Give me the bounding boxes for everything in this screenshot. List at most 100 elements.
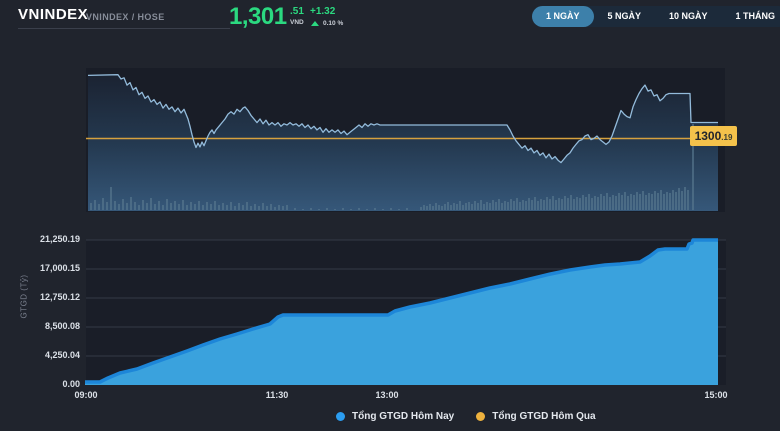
- volume-bar: [138, 205, 140, 210]
- volume-bar: [576, 197, 578, 210]
- volume-bar: [459, 201, 461, 210]
- volume-bar: [270, 204, 272, 210]
- volume-bar: [444, 204, 446, 210]
- volume-bar: [126, 203, 128, 210]
- volume-bar: [398, 209, 400, 210]
- volume-bar: [178, 204, 180, 210]
- volume-bar: [190, 202, 192, 210]
- volume-bar: [102, 198, 104, 210]
- xtick-0900: 09:00: [74, 390, 98, 400]
- volume-bar: [525, 201, 527, 210]
- volume-bar: [210, 204, 212, 210]
- volume-bar: [603, 196, 605, 210]
- volume-bar: [666, 192, 668, 210]
- volume-bar: [546, 197, 548, 210]
- volume-bar: [98, 204, 100, 210]
- volume-bar: [310, 208, 312, 210]
- volume-bar: [477, 203, 479, 210]
- xtick-1300: 13:00: [375, 390, 399, 400]
- volume-bar: [672, 190, 674, 210]
- ytick-12750: 12,750.12: [39, 292, 80, 302]
- volume-bar: [266, 206, 268, 210]
- volume-bar: [334, 209, 336, 210]
- volume-bar: [675, 192, 677, 210]
- volume-bar: [158, 201, 160, 210]
- volume-bar: [636, 192, 638, 210]
- volume-bar: [438, 205, 440, 210]
- volume-bar: [435, 203, 437, 210]
- volume-bar: [471, 204, 473, 210]
- volume-bar: [432, 206, 434, 210]
- volume-bar: [447, 202, 449, 210]
- volume-bar: [162, 205, 164, 210]
- trading-dashboard: { "header": { "title": "VNINDEX", "subti…: [0, 0, 780, 431]
- volume-bar: [504, 201, 506, 210]
- volume-bar: [678, 188, 680, 210]
- volume-bar: [198, 201, 200, 210]
- volume-bar: [350, 209, 352, 210]
- volume-bar: [651, 194, 653, 210]
- volume-bar: [222, 203, 224, 210]
- volume-bar: [294, 208, 296, 210]
- legend-item-today[interactable]: Tổng GTGD Hôm Nay: [336, 411, 454, 422]
- volume-bar: [510, 199, 512, 210]
- volume-bar: [234, 206, 236, 210]
- volume-bar: [118, 204, 120, 210]
- volume-bar: [534, 197, 536, 210]
- volume-bar: [146, 203, 148, 210]
- volume-bar: [194, 204, 196, 210]
- volume-bar: [507, 202, 509, 210]
- volume-bar: [429, 204, 431, 210]
- yellow-dot-icon: [476, 412, 486, 421]
- volume-bar: [170, 203, 172, 210]
- volume-bar: [423, 205, 425, 210]
- volume-bar: [618, 193, 620, 210]
- legend-item-yesterday[interactable]: Tổng GTGD Hôm Qua: [476, 411, 596, 422]
- volume-bar: [567, 198, 569, 210]
- volume-bar: [342, 208, 344, 210]
- volume-bar: [573, 199, 575, 210]
- volume-bar: [456, 204, 458, 210]
- volume-bar: [531, 200, 533, 210]
- volume-bar: [606, 193, 608, 210]
- volume-bar: [516, 198, 518, 210]
- volume-bar: [681, 191, 683, 210]
- volume-bar: [441, 206, 443, 210]
- volume-bar: [564, 196, 566, 210]
- volume-bar: [318, 209, 320, 210]
- volume-bar: [486, 202, 488, 210]
- volume-bar: [274, 207, 276, 210]
- volume-bar: [492, 200, 494, 210]
- volume-bar: [543, 200, 545, 210]
- volume-bar: [246, 202, 248, 210]
- volume-bar: [549, 199, 551, 210]
- volume-bar: [134, 202, 136, 210]
- volume-bar: [218, 205, 220, 210]
- volume-bar: [570, 195, 572, 210]
- volume-bar: [106, 202, 108, 210]
- volume-bar: [278, 205, 280, 210]
- volume-bar: [498, 199, 500, 210]
- xtick-1500: 15:00: [704, 390, 728, 400]
- volume-bar: [579, 198, 581, 210]
- charts-canvas: [85, 68, 726, 385]
- volume-bar: [154, 204, 156, 210]
- volume-bar: [660, 190, 662, 210]
- volume-bar: [242, 205, 244, 210]
- xtick-1130: 11:30: [265, 390, 289, 400]
- volume-bar: [591, 198, 593, 210]
- volume-bar: [114, 201, 116, 210]
- ytick-4250: 4,250.04: [44, 350, 80, 360]
- ytick-17000: 17,000.15: [39, 263, 80, 273]
- volume-bar: [657, 193, 659, 210]
- gtgd-axis-title: GTGD (Tỷ): [19, 274, 29, 319]
- volume-bar: [669, 193, 671, 210]
- volume-bar: [639, 194, 641, 210]
- volume-bar: [166, 199, 168, 210]
- volume-bar: [615, 196, 617, 210]
- volume-bar: [630, 194, 632, 210]
- volume-bar: [358, 208, 360, 210]
- volume-bar: [582, 195, 584, 210]
- volume-bar: [110, 187, 112, 210]
- volume-bar: [174, 201, 176, 210]
